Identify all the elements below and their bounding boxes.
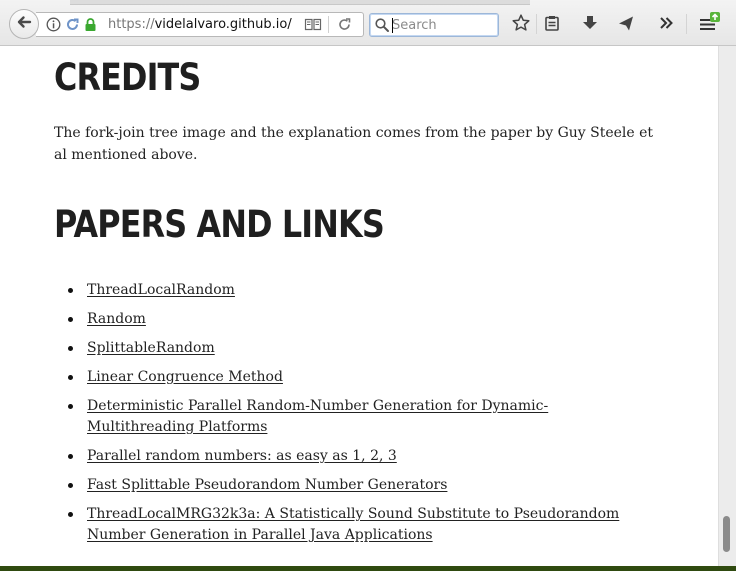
list-bullet	[68, 317, 73, 322]
search-bar[interactable]	[369, 13, 499, 37]
send-icon	[617, 14, 635, 36]
page-viewport: CREDITS The fork-join tree image and the…	[0, 46, 718, 566]
list-bullet	[68, 346, 73, 351]
scrollbar-thumb[interactable]	[723, 516, 730, 552]
credits-heading: CREDITS	[54, 56, 201, 99]
text-caret	[392, 18, 393, 33]
identity-box[interactable]	[46, 17, 97, 36]
url-bar[interactable]: https://videlalvaro.github.io/	[36, 12, 364, 37]
link-splittablerandom[interactable]: SplittableRandom	[87, 340, 215, 356]
list-item: ThreadLocalRandom	[68, 280, 647, 301]
list-item: Linear Congruence Method	[68, 367, 647, 388]
link-random[interactable]: Random	[87, 311, 146, 327]
tracking-reload-icon	[65, 17, 80, 36]
overflow-chevrons-icon	[658, 15, 674, 35]
download-icon	[581, 14, 599, 36]
overflow-button[interactable]	[655, 14, 677, 36]
link-deterministic-parallel[interactable]: Deterministic Parallel Random-Number Gen…	[87, 398, 548, 435]
search-input[interactable]	[392, 16, 492, 34]
url-host: videlalvaro.github.io/	[154, 17, 292, 32]
link-fast-splittable[interactable]: Fast Splittable Pseudorandom Number Gene…	[87, 477, 447, 493]
reload-icon[interactable]	[336, 16, 353, 37]
toolbar-separator	[686, 14, 687, 34]
links-list: ThreadLocalRandom Random SplittableRando…	[54, 280, 647, 554]
send-button[interactable]	[615, 14, 637, 36]
list-bullet	[68, 404, 73, 409]
tab-strip-edge	[70, 0, 530, 5]
bookmark-button[interactable]	[510, 14, 532, 36]
list-bullet	[68, 375, 73, 380]
papers-heading: PAPERS AND LINKS	[54, 203, 385, 246]
navigation-toolbar: https://videlalvaro.github.io/	[0, 0, 736, 46]
hamburger-menu-icon	[698, 12, 720, 38]
clipboard-icon	[543, 14, 561, 36]
list-bullet	[68, 454, 73, 459]
toolbar-separator	[536, 14, 537, 34]
list-item: ThreadLocalMRG32k3a: A Statistically Sou…	[68, 504, 647, 546]
url-text[interactable]: https://videlalvaro.github.io/	[108, 17, 292, 32]
list-bullet	[68, 288, 73, 293]
link-threadlocalmrg[interactable]: ThreadLocalMRG32k3a: A Statistically Sou…	[87, 506, 619, 543]
list-item: Fast Splittable Pseudorandom Number Gene…	[68, 475, 647, 496]
vertical-scrollbar[interactable]	[718, 46, 736, 566]
list-bullet	[68, 512, 73, 517]
list-item: Parallel random numbers: as easy as 1, 2…	[68, 446, 647, 467]
back-arrow-icon	[15, 13, 33, 35]
list-item: Deterministic Parallel Random-Number Gen…	[68, 396, 647, 438]
url-scheme: https://	[108, 17, 155, 32]
url-separator	[328, 16, 329, 33]
lock-icon[interactable]	[84, 17, 97, 36]
info-icon[interactable]	[46, 17, 61, 36]
back-button[interactable]	[9, 9, 39, 39]
star-icon	[511, 13, 531, 37]
library-button[interactable]	[541, 14, 563, 36]
browser-window: https://videlalvaro.github.io/ Search CR…	[0, 0, 736, 566]
link-threadlocalrandom[interactable]: ThreadLocalRandom	[87, 282, 235, 298]
reader-view-icon[interactable]	[304, 16, 322, 37]
link-linear-congruence[interactable]: Linear Congruence Method	[87, 369, 283, 385]
downloads-button[interactable]	[579, 14, 601, 36]
list-bullet	[68, 483, 73, 488]
credits-text: The fork-join tree image and the explana…	[54, 125, 654, 163]
search-icon[interactable]	[374, 17, 390, 37]
list-item: SplittableRandom	[68, 338, 647, 359]
link-parallel-random-numbers[interactable]: Parallel random numbers: as easy as 1, 2…	[87, 448, 397, 464]
list-item: Random	[68, 309, 647, 330]
menu-button[interactable]	[698, 12, 720, 38]
